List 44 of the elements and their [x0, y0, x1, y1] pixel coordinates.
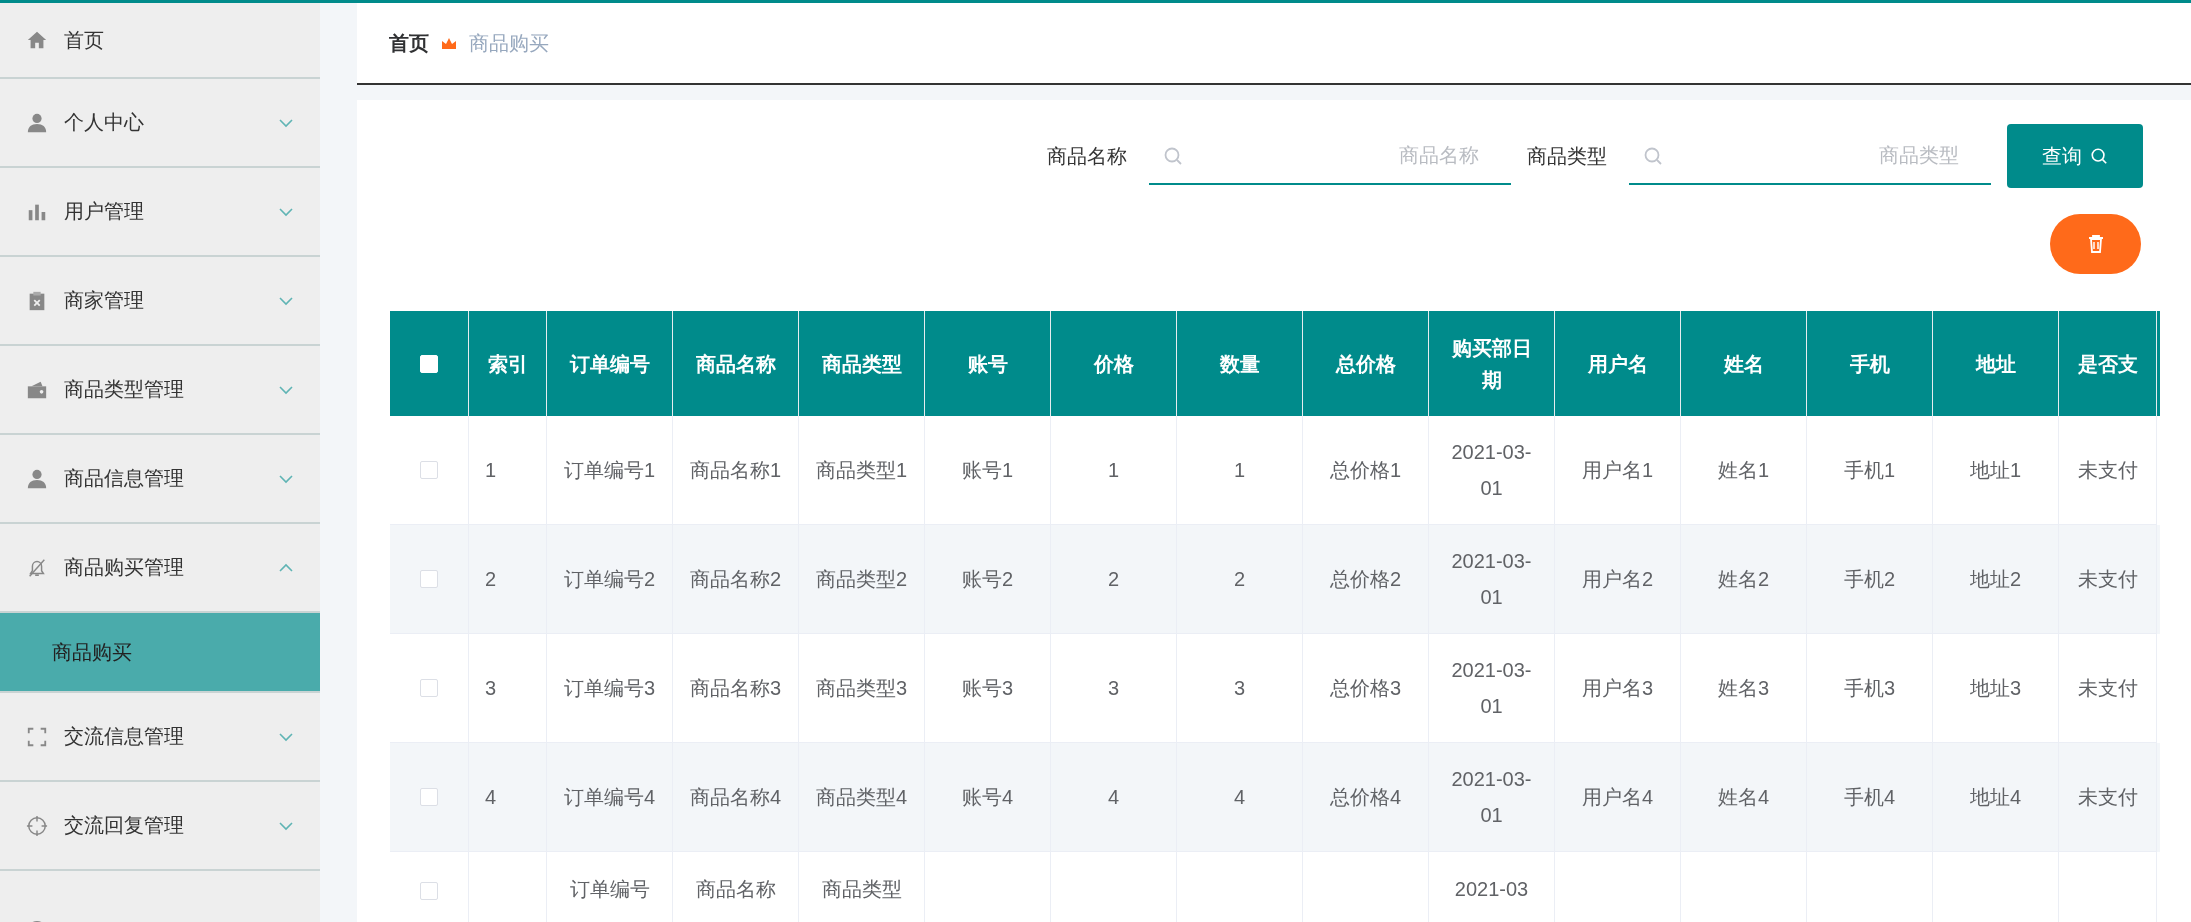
menu-item[interactable]: 商品信息管理 [0, 435, 320, 524]
menu-item[interactable]: 用户管理 [0, 168, 320, 257]
menu-label: 个人中心 [64, 110, 145, 135]
menu-item[interactable]: 商品类型管理 [0, 346, 320, 435]
search-icon [1163, 146, 1183, 166]
menu-item[interactable]: 首页 [0, 3, 320, 79]
search-field[interactable]: 商品名称 [1149, 127, 1511, 185]
table-cell: 2021-03 [1429, 852, 1555, 922]
table-cell: 订单编号 [547, 852, 673, 922]
menu-item[interactable]: 商家管理 [0, 257, 320, 346]
table-cell: 商品类型 [799, 852, 925, 922]
menu-label: 交流信息管理 [64, 724, 185, 749]
frame-corners-icon [26, 725, 48, 748]
row-checkbox[interactable] [420, 461, 438, 479]
menu-label: 用户管理 [64, 199, 145, 224]
select-all-checkbox[interactable] [420, 354, 438, 373]
search-icon [2090, 147, 2108, 165]
crosshair-icon [26, 814, 48, 837]
row-checkbox[interactable] [420, 570, 438, 588]
menu-label: 商品购买管理 [64, 555, 185, 580]
row-checkbox[interactable] [420, 679, 438, 697]
field-label: 商品类型 [1527, 143, 1607, 169]
field-label: 商品名称 [1047, 143, 1127, 169]
delete-button[interactable] [2050, 214, 2141, 274]
person-icon [26, 467, 48, 490]
table-cell: 商品名称 [673, 852, 799, 922]
row-checkbox[interactable] [420, 788, 438, 806]
menu-label: 商家管理 [64, 288, 145, 313]
menu-label: 商品信息管理 [64, 466, 185, 491]
submenu-item[interactable]: 商品购买 [0, 613, 320, 693]
row-checkbox[interactable] [420, 882, 438, 900]
person-icon [26, 111, 48, 134]
menu-item[interactable]: 交流信息管理 [0, 693, 320, 782]
trash-icon [2087, 235, 2104, 253]
search-icon [1643, 146, 1663, 166]
menu-label: 交流回复管理 [64, 813, 185, 838]
menu-label: 首页 [64, 27, 105, 53]
search-button[interactable]: 查询 [2007, 124, 2143, 188]
home-icon [26, 29, 48, 51]
menu-label: 商品类型管理 [64, 377, 185, 402]
menu-item[interactable]: 个人中心 [0, 79, 320, 168]
search-field[interactable]: 商品类型 [1629, 127, 1991, 185]
breadcrumb-link[interactable]: 首页 [389, 29, 429, 57]
breadcrumb-current: 商品购买 [469, 30, 549, 56]
